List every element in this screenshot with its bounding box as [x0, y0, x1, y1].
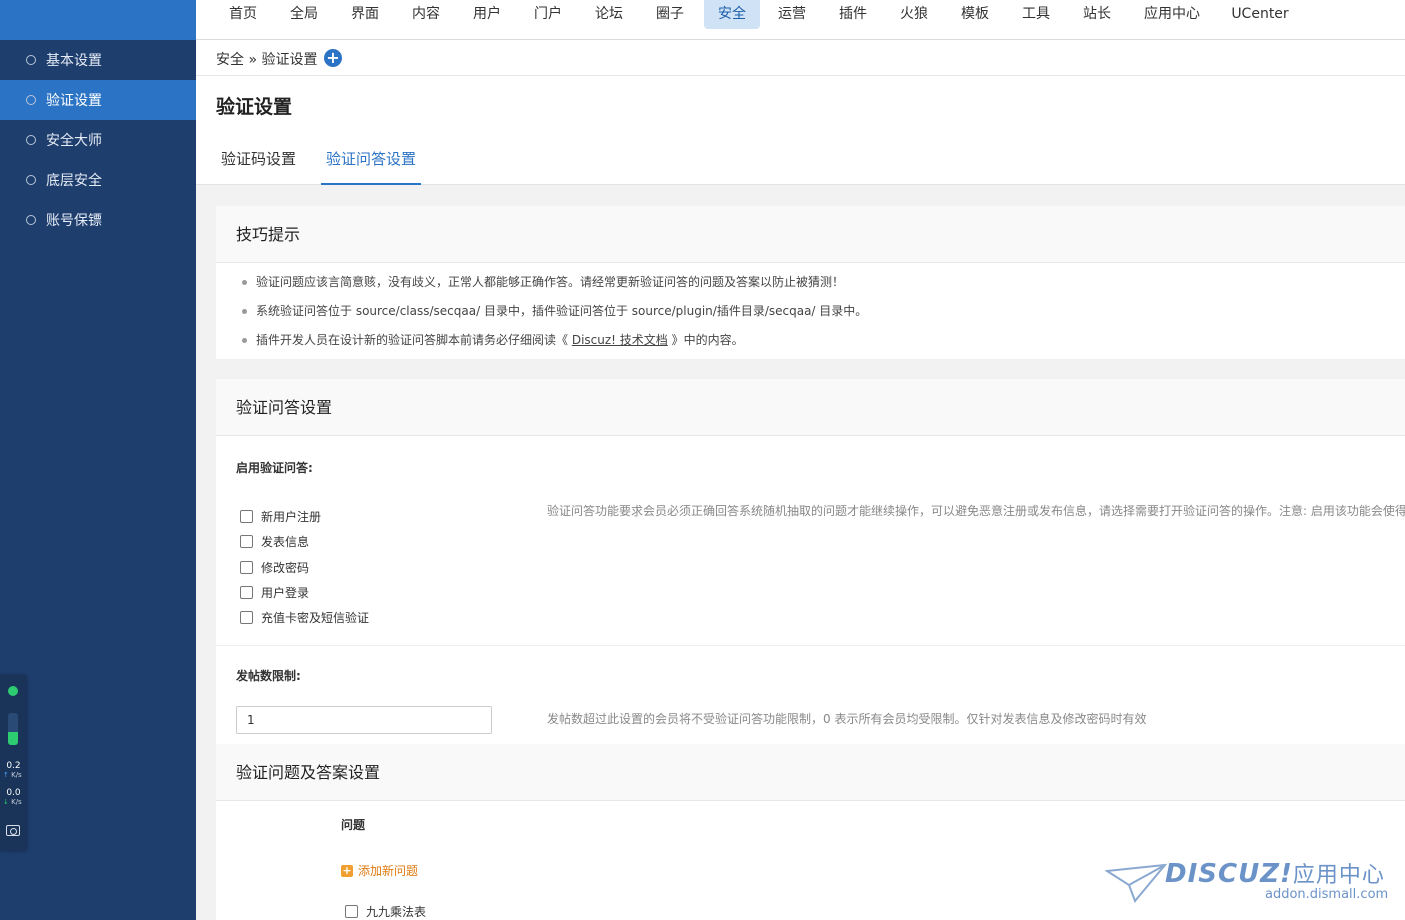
- nav-item[interactable]: 站长: [1077, 0, 1117, 29]
- nav-item[interactable]: 工具: [1016, 0, 1056, 29]
- qa-list-heading: 验证问题及答案设置: [216, 744, 1405, 801]
- option-label: 充值卡密及短信验证: [261, 611, 370, 625]
- sidebar-item[interactable]: 账号保镖: [0, 200, 196, 240]
- tab-captcha-settings[interactable]: 验证码设置: [221, 148, 296, 185]
- tips-heading: 技巧提示: [216, 206, 1405, 263]
- enable-qa-option: 用户登录: [240, 584, 309, 601]
- enable-qa-option: 新用户注册: [240, 508, 321, 525]
- status-dot-icon: [8, 686, 18, 696]
- sidebar-item-label: 安全大师: [46, 133, 102, 149]
- nav-item[interactable]: 运营: [772, 0, 812, 29]
- nav-item[interactable]: 模板: [955, 0, 995, 29]
- post-limit-hint: 发帖数超过此设置的会员将不受验证问答功能限制，0 表示所有会员均受限制。仅针对发…: [547, 712, 1147, 726]
- sidebar-item[interactable]: 安全大师: [0, 120, 196, 160]
- post-limit-label: 发帖数限制:: [236, 669, 301, 683]
- circle-bullet-icon: [26, 175, 36, 185]
- add-plus-icon: +: [341, 863, 353, 877]
- download-arrow-icon: ↓: [3, 798, 9, 806]
- nav-item[interactable]: 安全: [704, 0, 760, 29]
- paper-plane-icon: [1105, 863, 1167, 903]
- sidebar-item-label: 基本设置: [46, 53, 102, 69]
- circle-bullet-icon: [26, 215, 36, 225]
- nav-item[interactable]: 应用中心: [1138, 0, 1206, 29]
- usage-meter-fill: [8, 732, 18, 745]
- breadcrumb: 安全 » 验证设置: [216, 52, 318, 68]
- plus-circle-icon[interactable]: +: [324, 49, 342, 67]
- sidebar-menu: 基本设置验证设置安全大师底层安全账号保镖: [0, 40, 196, 240]
- tip-text-prefix: 插件开发人员在设计新的验证问答脚本前请务必仔细阅读《: [256, 333, 572, 347]
- circle-bullet-icon: [26, 95, 36, 105]
- page-header: 验证设置 验证码设置 验证问答设置: [196, 76, 1405, 185]
- watermark-url: addon.dismall.com: [1265, 887, 1389, 902]
- option-checkbox[interactable]: [240, 561, 253, 574]
- question-checkbox[interactable]: [345, 905, 358, 918]
- page-title: 验证设置: [216, 96, 293, 118]
- upload-speed-unit: K/s: [11, 771, 22, 779]
- question-text: 九九乘法表: [366, 905, 427, 919]
- option-checkbox[interactable]: [240, 535, 253, 548]
- option-checkbox[interactable]: [240, 510, 253, 523]
- add-question-label: 添加新问题: [358, 864, 419, 878]
- question-row: 九九乘法表: [345, 903, 426, 920]
- sidebar-logo-area: [0, 0, 196, 40]
- nav-item[interactable]: 门户: [528, 0, 568, 29]
- sidebar-item[interactable]: 底层安全: [0, 160, 196, 200]
- question-column-header: 问题: [341, 818, 366, 832]
- download-speed-unit: K/s: [11, 798, 22, 806]
- nav-item[interactable]: 论坛: [589, 0, 629, 29]
- usage-meter: [8, 713, 18, 745]
- add-question-button[interactable]: + 添加新问题: [341, 862, 418, 879]
- watermark-logo: DISCUZ!应用中心 addon.dismall.com: [1105, 855, 1395, 910]
- sidebar-item-label: 验证设置: [46, 93, 102, 109]
- sidebar: 基本设置验证设置安全大师底层安全账号保镖: [0, 0, 196, 920]
- enable-qa-option: 修改密码: [240, 559, 309, 576]
- tips-list: 验证问题应该言简意赅，没有歧义，正常人都能够正确作答。请经常更新验证问答的问题及…: [216, 263, 1405, 356]
- nav-item[interactable]: 全局: [284, 0, 324, 29]
- nav-item[interactable]: 内容: [406, 0, 446, 29]
- sidebar-item-label: 底层安全: [46, 173, 102, 189]
- option-label: 新用户注册: [261, 510, 322, 524]
- tab-qa-settings[interactable]: 验证问答设置: [321, 148, 422, 185]
- top-navigation: 首页 全局 界面 内容 用户 门户 论坛 圈子 安全 运营 插件 火狼 模板 工具 站长 应用中心 UCente…: [196, 0, 1405, 40]
- option-checkbox[interactable]: [240, 611, 253, 624]
- post-limit-input[interactable]: [236, 706, 492, 734]
- circle-bullet-icon: [26, 135, 36, 145]
- tip-item: 验证问题应该言简意赅，没有歧义，正常人都能够正确作答。请经常更新验证问答的问题及…: [240, 269, 1405, 298]
- nav-item[interactable]: 首页: [223, 0, 263, 29]
- sidebar-item[interactable]: 基本设置: [0, 40, 196, 80]
- nav-item[interactable]: 用户: [467, 0, 507, 29]
- nav-item[interactable]: 插件: [833, 0, 873, 29]
- tip-item: 插件开发人员在设计新的验证问答脚本前请务必仔细阅读《 Discuz! 技术文档 …: [240, 327, 1405, 356]
- upload-speed-value: 0.2: [6, 761, 21, 771]
- nav-item[interactable]: 火狼: [894, 0, 934, 29]
- qa-settings-heading: 验证问答设置: [216, 379, 1405, 436]
- tip-text-suffix: 》中的内容。: [667, 333, 744, 347]
- net-speed-widget[interactable]: 0.2 ↑ K/s 0.0 ↓ K/s: [0, 675, 27, 851]
- nav-item[interactable]: 圈子: [650, 0, 690, 29]
- tips-panel: 技巧提示 验证问题应该言简意赅，没有歧义，正常人都能够正确作答。请经常更新验证问…: [216, 206, 1405, 359]
- option-label: 修改密码: [261, 561, 310, 575]
- camera-icon[interactable]: [6, 825, 20, 836]
- watermark-brand: DISCUZ!应用中心: [1165, 859, 1385, 889]
- qa-settings-panel: 验证问答设置 启用验证问答: 新用户注册发表信息修改密码用户登录充值卡密及短信验…: [216, 379, 1405, 744]
- breadcrumb-bar: 安全 » 验证设置 +: [196, 40, 1405, 76]
- circle-bullet-icon: [26, 55, 36, 65]
- option-checkbox[interactable]: [240, 586, 253, 599]
- nav-item[interactable]: 界面: [345, 0, 385, 29]
- tip-item: 系统验证问答位于 source/class/secqaa/ 目录中，插件验证问答…: [240, 298, 1405, 327]
- enable-qa-option: 发表信息: [240, 533, 309, 550]
- enable-qa-hint: 验证问答功能要求会员必须正确回答系统随机抽取的问题才能继续操作，可以避免恶意注册…: [547, 504, 1405, 518]
- nav-item[interactable]: UCenter: [1225, 0, 1295, 29]
- upload-arrow-icon: ↑: [3, 771, 9, 779]
- enable-qa-label: 启用验证问答:: [236, 461, 313, 475]
- sidebar-item[interactable]: 验证设置: [0, 80, 196, 120]
- option-label: 发表信息: [261, 535, 310, 549]
- section-divider: [216, 645, 1405, 646]
- tech-doc-link[interactable]: Discuz! 技术文档: [572, 333, 668, 347]
- download-speed-value: 0.0: [6, 788, 21, 798]
- option-label: 用户登录: [261, 586, 310, 600]
- sidebar-item-label: 账号保镖: [46, 213, 102, 229]
- enable-qa-option: 充值卡密及短信验证: [240, 609, 369, 626]
